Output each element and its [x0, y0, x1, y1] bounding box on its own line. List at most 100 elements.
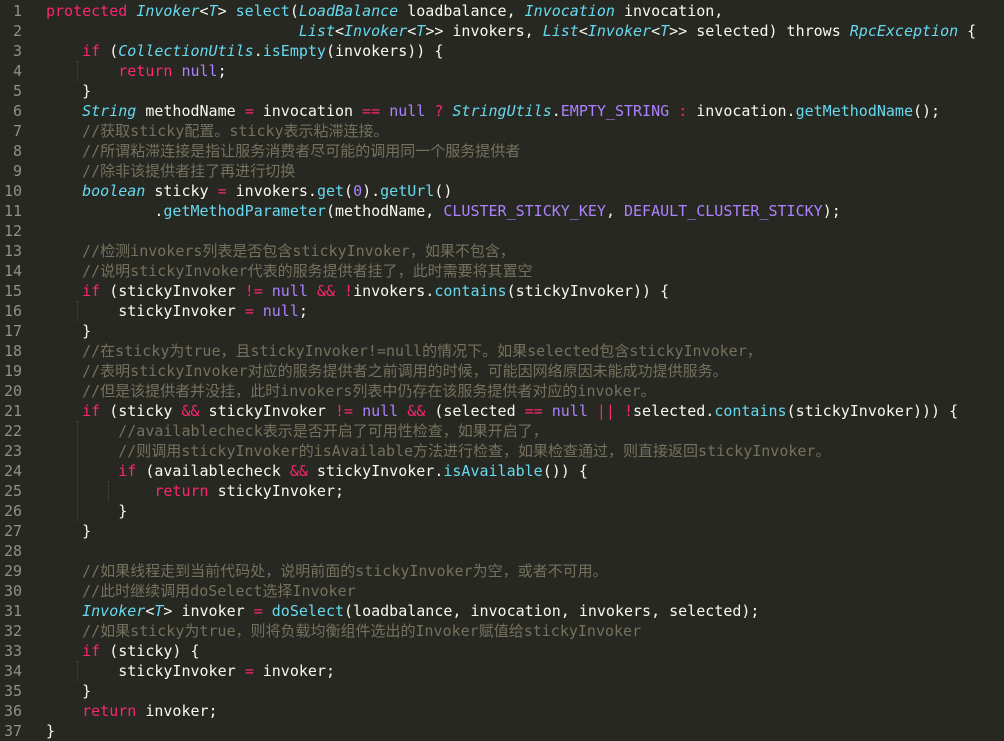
indent-guide [77, 421, 79, 521]
operator-token: = [244, 102, 254, 120]
comment-token: //但是该提供者并没挂，此时invokers列表中仍存在该服务提供者对应的inv… [82, 382, 656, 400]
code-token: invocation, [614, 2, 724, 20]
constant-token: null [362, 402, 399, 420]
code-line[interactable]: 6 String methodName = invocation == null… [0, 101, 1004, 121]
type-token: Invoker [344, 22, 408, 40]
code-token: invoker; [253, 662, 335, 680]
comment-token: //如果sticky为true，则将负载均衡组件选出的Invoker赋值给sti… [82, 622, 642, 640]
code-line[interactable]: 34 stickyInvoker = invoker; [0, 661, 1004, 681]
function-token: getMethodParameter [163, 202, 326, 220]
code-line[interactable]: 23 //则调用stickyInvoker的isAvailable方法进行检查，… [0, 441, 1004, 461]
type-token: String [82, 102, 137, 120]
line-number: 19 [3, 362, 22, 380]
code-line[interactable]: 28 [0, 541, 1004, 561]
code-line[interactable]: 13 //检测invokers列表是否包含stickyInvoker，如果不包含… [0, 241, 1004, 261]
code-line[interactable]: 17 } [0, 321, 1004, 341]
code-token: stickyInvoker; [208, 482, 345, 500]
code-line[interactable]: 20 //但是该提供者并没挂，此时invokers列表中仍存在该服务提供者对应的… [0, 381, 1004, 401]
code-line[interactable]: 27 } [0, 521, 1004, 541]
code-text: } [46, 81, 91, 101]
comment-token: //此时继续调用doSelect选择Invoker [82, 582, 356, 600]
code-line[interactable]: 16 stickyInvoker = null; [0, 301, 1004, 321]
code-text: //获取sticky配置。sticky表示粘滞连接。 [46, 121, 388, 141]
code-token: stickyInvoker [46, 302, 245, 320]
code-line[interactable]: 37} [0, 721, 1004, 741]
code-line[interactable]: 7 //获取sticky配置。sticky表示粘滞连接。 [0, 121, 1004, 141]
code-token: < [578, 22, 588, 40]
code-line[interactable]: 14 //说明stickyInvoker代表的服务提供者挂了，此时需要将其置空 [0, 261, 1004, 281]
code-line[interactable]: 35 } [0, 681, 1004, 701]
code-line[interactable]: 4 return null; [0, 61, 1004, 81]
constant-token: null [389, 102, 426, 120]
code-text: boolean sticky = invokers.get(0).getUrl(… [46, 181, 452, 201]
function-token: getMethodName [795, 102, 913, 120]
code-text: if (sticky && stickyInvoker != null && (… [46, 401, 958, 421]
code-line[interactable]: 33 if (sticky) { [0, 641, 1004, 661]
line-number: 30 [3, 582, 22, 600]
code-line[interactable]: 36 return invoker; [0, 701, 1004, 721]
code-token: >> invokers, [425, 22, 543, 40]
code-text: if (stickyInvoker != null && !invokers.c… [46, 281, 669, 301]
code-line[interactable]: 2 List<Invoker<T>> invokers, List<Invoke… [0, 21, 1004, 41]
operator-token: ! [624, 402, 634, 420]
code-line[interactable]: 24 if (availablecheck && stickyInvoker.i… [0, 461, 1004, 481]
comment-token: //除非该提供者挂了再进行切换 [82, 162, 296, 180]
code-area[interactable]: 1 protected Invoker<T> select(LoadBalance… [0, 0, 1004, 741]
code-line[interactable]: 18 //在sticky为true，且stickyInvoker!=null的情… [0, 341, 1004, 361]
code-token: } [46, 502, 128, 520]
code-token: } [46, 522, 92, 540]
code-line[interactable]: 29 //如果线程走到当前代码处，说明前面的stickyInvoker为空，或者… [0, 561, 1004, 581]
code-line[interactable]: 32 //如果sticky为true，则将负载均衡组件选出的Invoker赋值给… [0, 621, 1004, 641]
code-line[interactable]: 9 //除非该提供者挂了再进行切换 [0, 161, 1004, 181]
code-line[interactable]: 26 } [0, 501, 1004, 521]
code-line[interactable]: 11 .getMethodParameter(methodName, CLUST… [0, 201, 1004, 221]
code-line[interactable]: 8 //所谓粘滞连接是指让服务消费者尽可能的调用同一个服务提供者 [0, 141, 1004, 161]
type-token: RpcException [849, 22, 959, 40]
keyword-token: if [82, 402, 101, 420]
line-number: 34 [3, 662, 22, 680]
code-line[interactable]: 12 [0, 221, 1004, 241]
function-token: doSelect [271, 602, 345, 620]
type-token: LoadBalance [298, 2, 399, 20]
code-line[interactable]: 31 Invoker<T> invoker = doSelect(loadbal… [0, 601, 1004, 621]
constant-token: null [551, 402, 588, 420]
code-line[interactable]: 21 if (sticky && stickyInvoker != null &… [0, 401, 1004, 421]
keyword-token: return [82, 702, 137, 720]
line-number: 18 [3, 342, 22, 360]
code-line[interactable]: 15 if (stickyInvoker != null && !invoker… [0, 281, 1004, 301]
code-text: return null; [46, 61, 226, 81]
code-text: } [46, 501, 127, 521]
code-line[interactable]: 10 boolean sticky = invokers.get(0).getU… [0, 181, 1004, 201]
code-token: stickyInvoker [46, 662, 245, 680]
code-line[interactable]: 3 if (CollectionUtils.isEmpty(invokers))… [0, 41, 1004, 61]
code-line[interactable]: 22 //availablecheck表示是否开启了可用性检查，如果开启了， [0, 421, 1004, 441]
code-token: (sticky) { [100, 642, 200, 660]
code-line[interactable]: 1 protected Invoker<T> select(LoadBalance… [0, 1, 1004, 21]
comment-token: //所谓粘滞连接是指让服务消费者尽可能的调用同一个服务提供者 [82, 142, 521, 160]
code-line[interactable]: 30 //此时继续调用doSelect选择Invoker [0, 581, 1004, 601]
line-number: 21 [3, 402, 22, 420]
code-editor[interactable]: 1 protected Invoker<T> select(LoadBalance… [0, 0, 1004, 741]
code-token: (); [913, 102, 941, 120]
code-token: ()) { [542, 462, 588, 480]
code-line[interactable]: 25 return stickyInvoker; [0, 481, 1004, 501]
code-token: selected. [633, 402, 715, 420]
code-token: (availablecheck [136, 462, 290, 480]
code-text: stickyInvoker = null; [46, 301, 308, 321]
type-token: Invoker [587, 22, 652, 40]
function-token: select [235, 2, 290, 20]
code-line[interactable]: 5 } [0, 81, 1004, 101]
code-line[interactable]: 19 //表明stickyInvoker对应的服务提供者之前调用的时候，可能因网… [0, 361, 1004, 381]
code-token: . [551, 102, 561, 120]
code-text: //但是该提供者并没挂，此时invokers列表中仍存在该服务提供者对应的inv… [46, 381, 656, 401]
